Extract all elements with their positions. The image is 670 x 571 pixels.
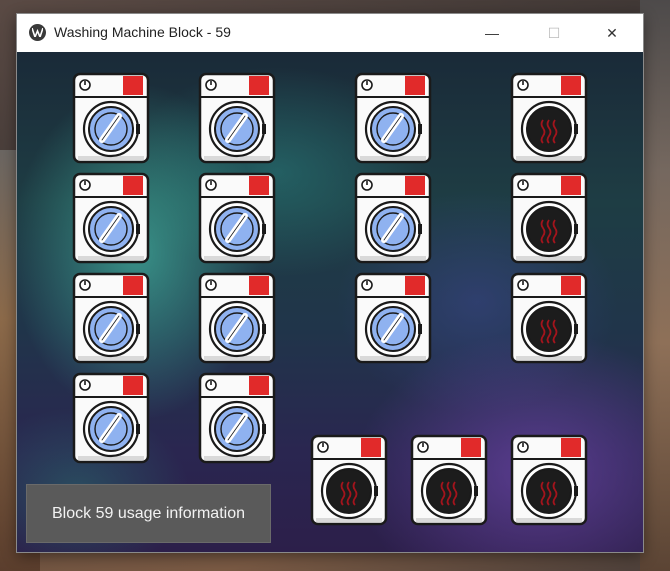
window-title: Washing Machine Block - 59 <box>54 24 231 40</box>
washer-idle-icon <box>72 72 150 164</box>
washer-in-use-icon <box>510 72 588 164</box>
washer-idle-icon <box>72 172 150 264</box>
washer-idle-icon <box>198 72 276 164</box>
washer-idle-icon <box>198 372 276 464</box>
washing-machine-2[interactable] <box>198 72 276 164</box>
washing-machine-5[interactable] <box>72 172 150 264</box>
washing-machine-7[interactable] <box>354 172 432 264</box>
washing-machine-1[interactable] <box>72 72 150 164</box>
app-window: Washing Machine Block - 59 — ☐ ✕ Block 5… <box>17 14 643 552</box>
maximize-button[interactable]: ☐ <box>531 14 577 52</box>
washing-machine-17[interactable] <box>510 434 588 526</box>
washing-machine-6[interactable] <box>198 172 276 264</box>
washer-in-use-icon <box>510 434 588 526</box>
washer-in-use-icon <box>310 434 388 526</box>
washer-in-use-icon <box>410 434 488 526</box>
washing-machine-4[interactable] <box>510 72 588 164</box>
washer-idle-icon <box>354 172 432 264</box>
washing-machine-9[interactable] <box>72 272 150 364</box>
washing-machine-10[interactable] <box>198 272 276 364</box>
washing-machine-12[interactable] <box>510 272 588 364</box>
washer-idle-icon <box>72 272 150 364</box>
machine-grid-area: Block 59 usage information <box>17 52 643 552</box>
washer-in-use-icon <box>510 172 588 264</box>
washing-machine-8[interactable] <box>510 172 588 264</box>
close-button[interactable]: ✕ <box>589 14 635 52</box>
washing-machine-13[interactable] <box>72 372 150 464</box>
minimize-button[interactable]: — <box>469 14 515 52</box>
washing-machine-16[interactable] <box>410 434 488 526</box>
washing-machine-3[interactable] <box>354 72 432 164</box>
washing-machine-14[interactable] <box>198 372 276 464</box>
washer-in-use-icon <box>510 272 588 364</box>
washer-idle-icon <box>354 72 432 164</box>
washing-machine-15[interactable] <box>310 434 388 526</box>
washer-idle-icon <box>72 372 150 464</box>
app-logo-icon <box>29 24 46 41</box>
title-bar[interactable]: Washing Machine Block - 59 — ☐ ✕ <box>17 14 643 52</box>
washer-idle-icon <box>354 272 432 364</box>
usage-info-button[interactable]: Block 59 usage information <box>26 484 271 543</box>
washer-idle-icon <box>198 172 276 264</box>
desktop-background-right <box>640 0 670 571</box>
washer-idle-icon <box>198 272 276 364</box>
washing-machine-11[interactable] <box>354 272 432 364</box>
